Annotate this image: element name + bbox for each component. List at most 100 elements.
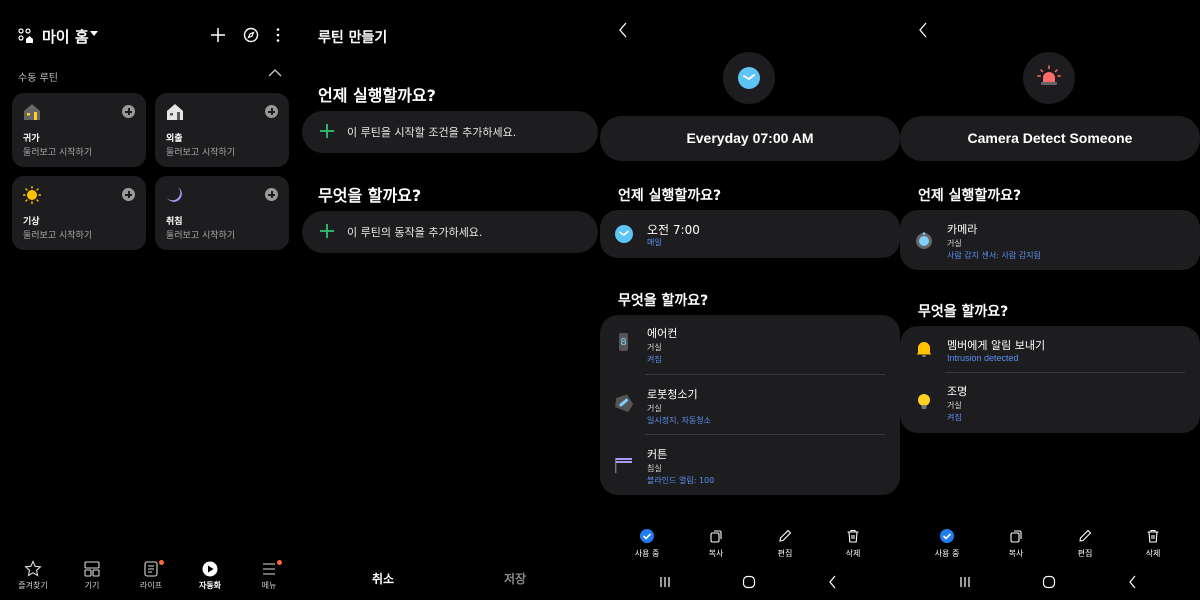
add-icon[interactable] bbox=[209, 26, 227, 44]
card-name: 귀가 bbox=[23, 134, 40, 144]
action-title: 로봇청소기 bbox=[647, 388, 698, 401]
delete-button[interactable]: 삭제 bbox=[1123, 528, 1183, 559]
routine-icon-badge bbox=[723, 52, 775, 104]
action-row[interactable]: 로봇청소기 거실 일시정지, 자동청소 bbox=[600, 375, 900, 435]
nav-label: 자동화 bbox=[198, 581, 222, 590]
notification-badge bbox=[277, 560, 282, 565]
routine-name[interactable]: Everyday 07:00 AM bbox=[600, 116, 900, 161]
active-label: 사용 중 bbox=[634, 549, 660, 558]
trash-icon bbox=[1147, 529, 1159, 543]
condition-title: 카메라 bbox=[947, 223, 978, 236]
active-toggle[interactable]: 사용 중 bbox=[917, 528, 977, 559]
action-title: 커튼 bbox=[647, 448, 668, 461]
action-row[interactable]: 멤버에게 알림 보내기 Intrusion detected bbox=[900, 326, 1200, 372]
bell-icon bbox=[916, 342, 932, 357]
nav-favorites[interactable]: 즐겨찾기 bbox=[3, 560, 63, 591]
copy-button[interactable]: 복사 bbox=[986, 528, 1046, 559]
active-toggle[interactable]: 사용 중 bbox=[617, 528, 677, 559]
nav-label: 라이프 bbox=[139, 581, 163, 590]
moon-icon bbox=[167, 187, 182, 202]
nav-label: 메뉴 bbox=[261, 581, 277, 590]
routine-card-leave[interactable]: 외출 둘러보고 시작하기 bbox=[155, 93, 289, 167]
edit-label: 편집 bbox=[1077, 549, 1093, 558]
copy-icon bbox=[1010, 530, 1022, 543]
action-row[interactable]: 조명 거실 켜짐 bbox=[900, 373, 1200, 433]
clock-icon bbox=[738, 67, 760, 89]
add-routine-icon[interactable] bbox=[265, 105, 278, 118]
system-back-icon[interactable] bbox=[825, 574, 841, 590]
action-detail: Intrusion detected bbox=[947, 353, 1019, 363]
air-conditioner-icon: 8 bbox=[619, 333, 628, 351]
add-routine-icon[interactable] bbox=[265, 188, 278, 201]
my-home-panel: 마이 홈 수동 루틴 귀가 둘러보고 시작하기 외출 둘러보고 시작하기 기상 … bbox=[0, 0, 300, 600]
condition-card[interactable]: 오전 7:00 매일 bbox=[600, 210, 900, 258]
edit-button[interactable]: 편집 bbox=[755, 528, 815, 559]
pencil-icon bbox=[1079, 529, 1092, 542]
notification-badge bbox=[159, 560, 164, 565]
action-row[interactable]: 커튼 침실 블라인드 열림: 100 bbox=[600, 435, 900, 495]
robot-vacuum-icon bbox=[615, 394, 634, 412]
condition-card[interactable]: 카메라 거실 사람 감지 센서: 사람 감지됨 bbox=[900, 210, 1200, 270]
action-title: 조명 bbox=[947, 385, 968, 398]
nav-automation[interactable]: 자동화 bbox=[180, 560, 240, 591]
when-heading: 언제 실행할까요? bbox=[918, 188, 1022, 204]
system-back-icon[interactable] bbox=[1125, 574, 1141, 590]
nav-label: 기기 bbox=[84, 581, 100, 590]
edit-button[interactable]: 편집 bbox=[1055, 528, 1115, 559]
routine-card-wake[interactable]: 기상 둘러보고 시작하기 bbox=[12, 176, 146, 250]
trash-icon bbox=[847, 529, 859, 543]
delete-button[interactable]: 삭제 bbox=[823, 528, 883, 559]
menu-icon bbox=[263, 563, 275, 575]
page-title: 루틴 만들기 bbox=[318, 30, 388, 46]
card-subtitle: 둘러보고 시작하기 bbox=[166, 148, 236, 158]
compass-icon[interactable] bbox=[242, 26, 260, 44]
nav-label: 즐겨찾기 bbox=[18, 581, 48, 590]
chevron-up-icon[interactable] bbox=[268, 68, 282, 78]
sun-icon bbox=[23, 186, 41, 204]
home-return-icon bbox=[24, 104, 40, 120]
create-routine-panel: 루틴 만들기 언제 실행할까요? 이 루틴을 시작할 조건을 추가하세요. 무엇… bbox=[300, 0, 600, 600]
section-label: 수동 루틴 bbox=[18, 73, 58, 84]
add-routine-icon[interactable] bbox=[122, 105, 135, 118]
routine-card-sleep[interactable]: 취침 둘러보고 시작하기 bbox=[155, 176, 289, 250]
edit-label: 편집 bbox=[777, 549, 793, 558]
routine-card-return[interactable]: 귀가 둘러보고 시작하기 bbox=[12, 93, 146, 167]
home-button-icon[interactable] bbox=[741, 574, 757, 590]
nav-menu[interactable]: 메뉴 bbox=[239, 560, 299, 591]
back-icon[interactable] bbox=[918, 22, 928, 38]
nav-devices[interactable]: 기기 bbox=[62, 560, 122, 591]
what-heading: 무엇을 할까요? bbox=[918, 304, 1009, 320]
star-icon bbox=[24, 560, 42, 577]
cancel-button[interactable]: 취소 bbox=[372, 570, 394, 587]
life-icon bbox=[144, 561, 158, 577]
card-name: 기상 bbox=[23, 217, 40, 227]
card-subtitle: 둘러보고 시작하기 bbox=[23, 148, 93, 158]
bottom-navigation: 즐겨찾기 기기 라이프 자동화 메뉴 bbox=[0, 550, 300, 600]
home-button-icon[interactable] bbox=[1041, 574, 1057, 590]
condition-room: 거실 bbox=[947, 239, 962, 248]
action-detail: 켜짐 bbox=[647, 355, 662, 364]
add-condition-button[interactable]: 이 루틴을 시작할 조건을 추가하세요. bbox=[302, 111, 598, 153]
copy-button[interactable]: 복사 bbox=[686, 528, 746, 559]
card-subtitle: 둘러보고 시작하기 bbox=[23, 231, 93, 241]
home-selector[interactable]: 마이 홈 bbox=[42, 26, 89, 47]
card-subtitle: 둘러보고 시작하기 bbox=[166, 231, 236, 241]
recent-apps-icon[interactable] bbox=[957, 574, 973, 590]
save-button[interactable]: 저장 bbox=[504, 570, 526, 587]
add-action-button[interactable]: 이 루틴의 동작을 추가하세요. bbox=[302, 211, 598, 253]
delete-label: 삭제 bbox=[1145, 549, 1161, 558]
chevron-down-icon[interactable] bbox=[90, 31, 98, 36]
back-icon[interactable] bbox=[618, 22, 628, 38]
card-name: 취침 bbox=[166, 217, 183, 227]
nav-life[interactable]: 라이프 bbox=[121, 560, 181, 591]
routine-name[interactable]: Camera Detect Someone bbox=[900, 116, 1200, 161]
more-options-icon[interactable] bbox=[269, 26, 287, 44]
home-devices-icon bbox=[18, 28, 33, 43]
copy-icon bbox=[710, 530, 722, 543]
add-routine-icon[interactable] bbox=[122, 188, 135, 201]
active-label: 사용 중 bbox=[934, 549, 960, 558]
action-room: 거실 bbox=[647, 404, 662, 413]
pencil-icon bbox=[779, 529, 792, 542]
action-row[interactable]: 8 에어컨 거실 켜짐 bbox=[600, 315, 900, 375]
recent-apps-icon[interactable] bbox=[657, 574, 673, 590]
